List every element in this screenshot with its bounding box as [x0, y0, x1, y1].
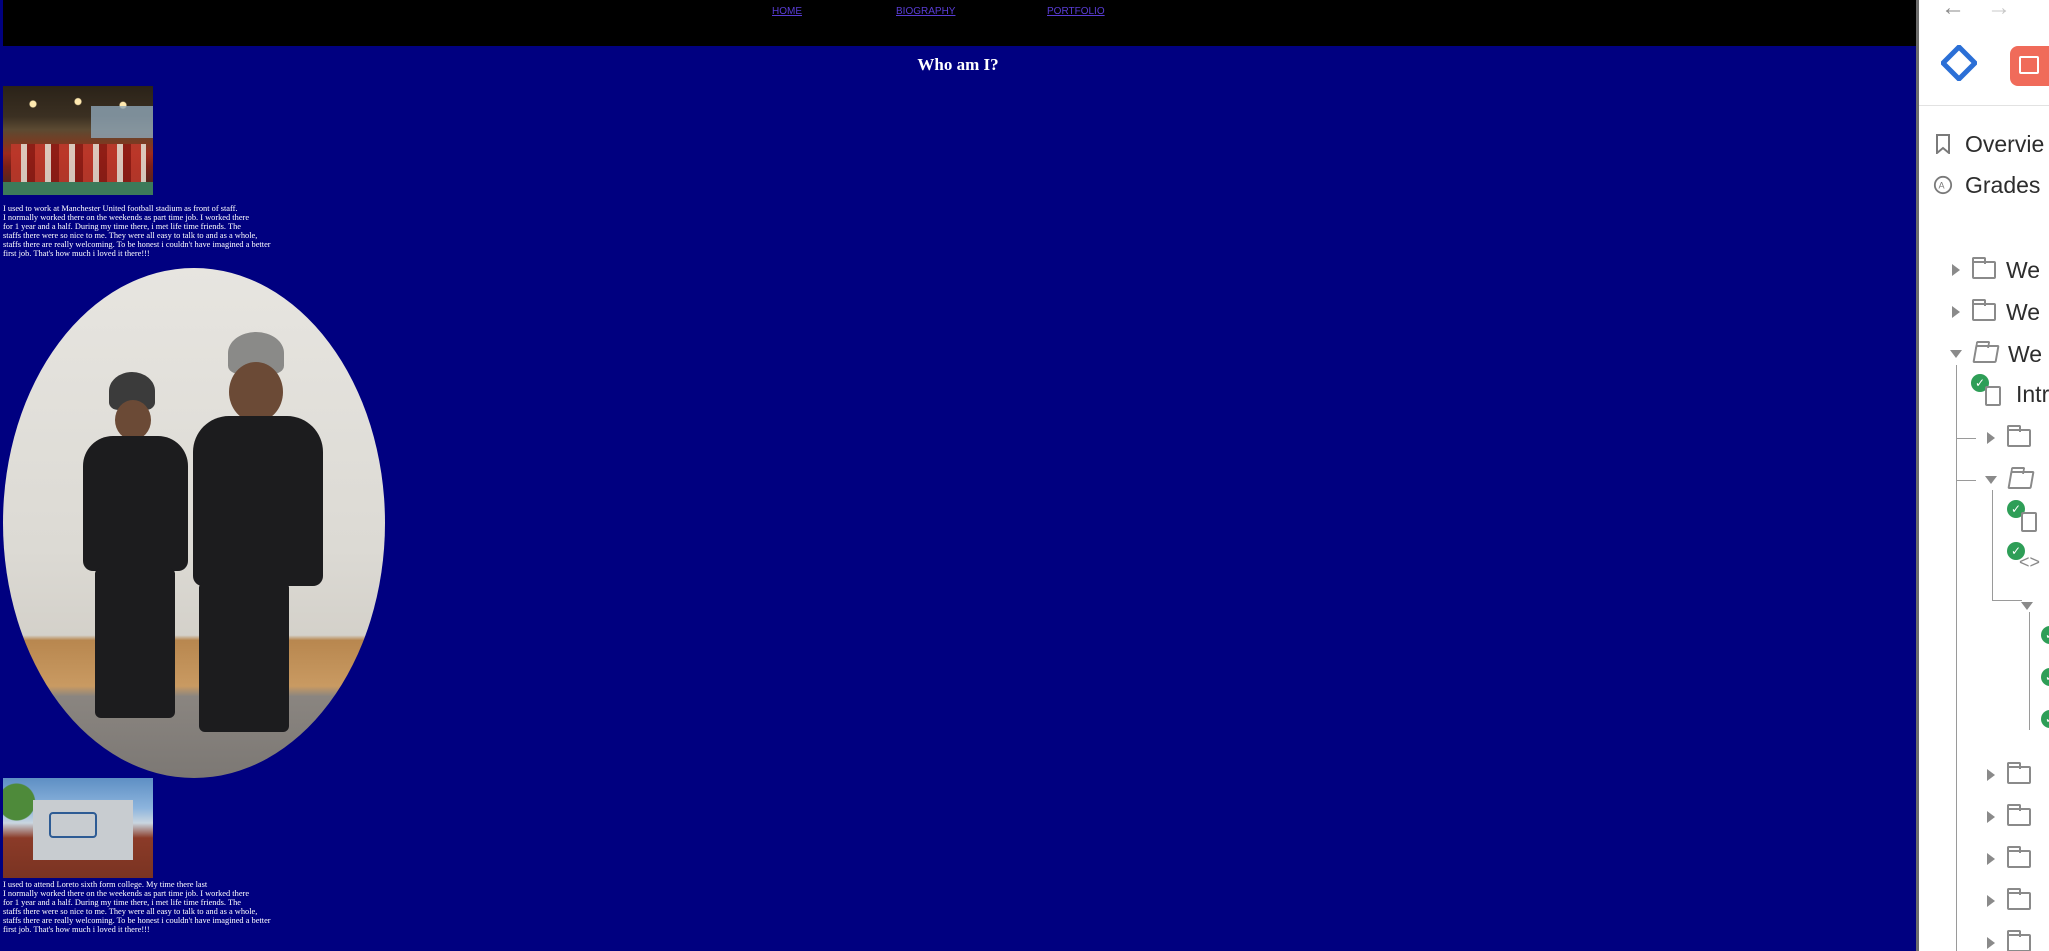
- tree-label: Intr: [2016, 380, 2049, 407]
- right-person-top: [193, 416, 323, 586]
- document-icon: [1985, 386, 2001, 406]
- collapse-icon[interactable]: [1950, 350, 1962, 358]
- page-title: Who am I?: [917, 55, 999, 74]
- tree-label: We: [2008, 340, 2043, 367]
- expand-icon[interactable]: [1987, 811, 1995, 823]
- stadium-window: [91, 106, 153, 138]
- tree-guide-line: [1956, 365, 1957, 951]
- completed-check-icon: ✓: [2041, 710, 2049, 728]
- expand-icon[interactable]: [1952, 306, 1960, 318]
- open-folder-icon: [1972, 345, 2000, 363]
- tree-week-3[interactable]: We: [1950, 339, 2042, 369]
- tree-subfolder-4[interactable]: [1987, 760, 2041, 790]
- nav-portfolio-link[interactable]: PORTFOLIO: [1047, 6, 1105, 17]
- college-sign: [49, 812, 97, 838]
- back-arrow-icon[interactable]: ←: [1941, 0, 1965, 22]
- tree-branch: [1992, 600, 2022, 601]
- course-logo-icon[interactable]: [1941, 45, 1977, 81]
- expand-icon[interactable]: [1987, 937, 1995, 949]
- tree-subfolder-2[interactable]: [1985, 465, 2043, 495]
- bookmark-icon: [1933, 134, 1953, 154]
- collapse-icon[interactable]: [1985, 476, 1997, 484]
- green-floor: [3, 182, 153, 195]
- folder-icon: [2007, 888, 2031, 910]
- college-photo: [3, 778, 153, 878]
- tree-label: We: [2006, 256, 2041, 283]
- completed-check-icon: ✓: [2041, 626, 2049, 644]
- folder-icon: [2007, 425, 2031, 447]
- top-nav-bar: HOME BIOGRAPHY PORTFOLIO: [3, 0, 1916, 46]
- course-side-panel: ← → Overvie A Grades We We We ✓ Intr ✓ ✓…: [1919, 0, 2049, 951]
- work-paragraph: I used to work at Manchester United foot…: [3, 204, 271, 258]
- folder-icon: [1972, 257, 1996, 279]
- overview-label: Overvie: [1965, 130, 2045, 157]
- expand-icon[interactable]: [1952, 264, 1960, 276]
- folder-icon: [2007, 846, 2031, 868]
- tree-branch: [1956, 480, 1976, 481]
- collapse-icon[interactable]: [2021, 602, 2033, 610]
- forward-arrow-icon[interactable]: →: [1987, 0, 2011, 22]
- code-app-icon[interactable]: [2010, 46, 2049, 86]
- tree-subfolder-7[interactable]: [1987, 886, 2041, 916]
- tree-subfolder-6[interactable]: [1987, 844, 2041, 874]
- open-folder-icon: [2007, 471, 2035, 489]
- expand-icon[interactable]: [1987, 769, 1995, 781]
- grades-icon: A: [1933, 175, 1953, 195]
- folder-icon: [2007, 762, 2031, 784]
- red-seating-tables: [11, 144, 146, 184]
- tree-week-2[interactable]: We: [1952, 297, 2040, 327]
- svg-text:A: A: [1938, 181, 1945, 191]
- code-icon: <>: [2019, 552, 2041, 572]
- left-person-face: [115, 400, 151, 440]
- expand-icon[interactable]: [1987, 853, 1995, 865]
- folder-icon: [2007, 930, 2031, 951]
- stadium-photo: [3, 86, 153, 195]
- nav-home-link[interactable]: HOME: [772, 6, 802, 17]
- tree: [3, 778, 37, 838]
- tree-subfolder-3[interactable]: [2021, 591, 2045, 621]
- expand-icon[interactable]: [1987, 432, 1995, 444]
- overview-link[interactable]: Overvie: [1933, 129, 2044, 159]
- right-person-trousers: [199, 582, 289, 732]
- left-person-jacket: [83, 436, 188, 571]
- left-person-trousers: [95, 568, 175, 718]
- completed-check-icon: ✓: [2041, 668, 2049, 686]
- tree-guide-line: [1992, 490, 1993, 600]
- tree-subfolder-5[interactable]: [1987, 802, 2041, 832]
- document-icon: [2021, 512, 2037, 532]
- grades-label: Grades: [1965, 171, 2041, 198]
- portrait-photo: [3, 268, 385, 778]
- folder-icon: [1972, 299, 1996, 321]
- grades-link[interactable]: A Grades: [1933, 170, 2040, 200]
- folder-icon: [2007, 804, 2031, 826]
- tree-guide-line: [2029, 612, 2030, 730]
- tree-intro-item[interactable]: Intr: [2016, 379, 2049, 409]
- tree-label: We: [2006, 298, 2041, 325]
- tree-branch: [1956, 438, 1976, 439]
- nav-biography-link[interactable]: BIOGRAPHY: [896, 6, 955, 17]
- expand-icon[interactable]: [1987, 895, 1995, 907]
- right-person-face: [229, 362, 283, 422]
- web-page: HOME BIOGRAPHY PORTFOLIO Who am I? I use…: [0, 0, 1916, 951]
- tree-subfolder-1[interactable]: [1987, 423, 2041, 453]
- tree-subfolder-8[interactable]: [1987, 928, 2041, 951]
- tree-week-1[interactable]: We: [1952, 255, 2040, 285]
- college-paragraph: I used to attend Loreto sixth form colle…: [3, 880, 271, 934]
- side-panel-header: ← →: [1919, 0, 2049, 106]
